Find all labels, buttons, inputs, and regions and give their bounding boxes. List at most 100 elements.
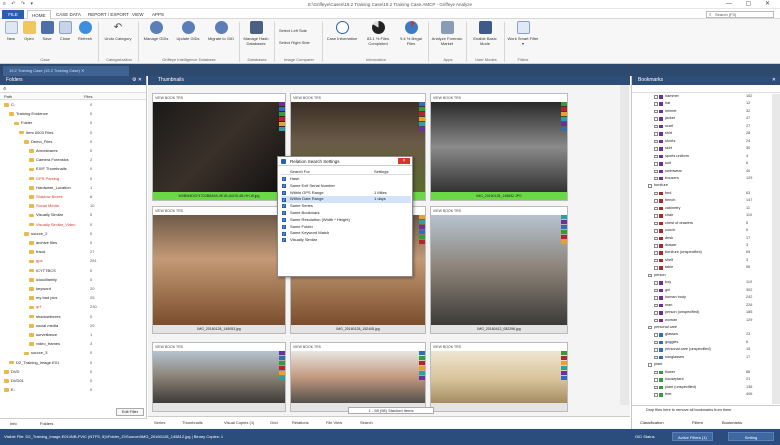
bookmark-row[interactable]: bench 147 xyxy=(632,198,772,204)
check-icon[interactable]: ✓ xyxy=(282,217,286,222)
bookmark-checkbox[interactable] xyxy=(654,385,658,390)
bookmark-checkbox[interactable] xyxy=(654,132,658,136)
bookmark-row[interactable]: chest of drawers 5 xyxy=(632,221,772,227)
folder-row[interactable]: fraud 27 xyxy=(0,249,146,255)
thumbnail-item[interactable]: VIEW BOOK TRS IMG_20160128_145053.jpg xyxy=(152,206,286,334)
bookmark-row[interactable]: shirt 28 xyxy=(632,131,772,137)
folder-row[interactable]: Visually Similar_Video 0 xyxy=(0,222,146,228)
thumbnail-toolbar[interactable]: VIEW BOOK TRS xyxy=(431,343,567,351)
bookmark-checkbox[interactable] xyxy=(654,206,658,211)
dialog-row[interactable]: ✓ Within Date Range 1 days xyxy=(281,196,411,203)
folder-row[interactable]: C: 0 xyxy=(0,102,146,108)
tab-classification[interactable]: Classification xyxy=(640,420,664,425)
dialog-row-value[interactable]: 1 Miles xyxy=(374,190,387,197)
tab-visual-copies[interactable]: Visual Copies (1) xyxy=(224,420,254,425)
tab-view[interactable]: VIEW xyxy=(128,10,148,19)
bookmark-row[interactable]: furniture xyxy=(632,183,772,189)
close-button[interactable]: Close xyxy=(57,21,73,41)
folder-row[interactable]: EXIF Thumbnails 0 xyxy=(0,166,146,172)
folder-row[interactable]: social media 29 xyxy=(0,323,146,329)
work-smart-filter-button[interactable]: Work Smart Filter ▾ xyxy=(507,21,539,46)
dialog-row[interactable]: ✓ Hash xyxy=(281,176,411,183)
folder-row[interactable]: archive files 0 xyxy=(0,240,146,246)
thumbnail-item[interactable]: VIEW BOOK TRS xyxy=(430,342,568,412)
bookmark-checkbox[interactable] xyxy=(648,273,652,278)
bookmark-checkbox[interactable] xyxy=(654,162,658,166)
bookmark-checkbox[interactable] xyxy=(654,191,658,196)
bookmark-checkbox[interactable] xyxy=(654,378,658,382)
thumbnail-item[interactable]: VIEW BOOK TRS IMG_20160412_082296.jpg xyxy=(430,206,568,334)
settings-icon[interactable]: ⚙ xyxy=(3,86,7,91)
bookmark-row[interactable]: houseplant 21 xyxy=(632,377,772,383)
tab-apps[interactable]: APPS xyxy=(148,10,168,19)
bookmark-checkbox[interactable] xyxy=(654,109,658,114)
check-icon[interactable]: ✓ xyxy=(282,177,286,182)
edit-filter-button[interactable]: Edit Filter xyxy=(116,408,144,416)
bookmark-row[interactable]: furniture (unspecified) 69 xyxy=(632,250,772,256)
search-input[interactable]: ⌕ Search (F3) xyxy=(706,10,774,18)
bookmark-row[interactable]: chair 110 xyxy=(632,213,772,219)
folder-row[interactable]: DVD01 0 xyxy=(0,378,146,384)
folder-row[interactable]: Camera Forensics 2 xyxy=(0,157,146,163)
tab-relations[interactable]: Relations xyxy=(292,420,309,425)
bookmark-checkbox[interactable] xyxy=(654,154,658,159)
bookmark-checkbox[interactable] xyxy=(654,229,658,233)
thumbnail-toolbar[interactable]: VIEW BOOK TRS xyxy=(291,94,425,102)
bookmark-row[interactable]: sunglasses 17 xyxy=(632,355,772,361)
new-button[interactable]: New xyxy=(3,21,19,41)
tab-search[interactable]: Search xyxy=(360,420,373,425)
window-controls[interactable]: — ▢ ✕ xyxy=(726,0,776,7)
tab-file-view[interactable]: File View xyxy=(326,420,342,425)
bookmark-row[interactable]: personal care (unspecified) 15 xyxy=(632,347,772,353)
bookmark-row[interactable]: human body 242 xyxy=(632,295,772,301)
bookmark-checkbox[interactable] xyxy=(654,318,658,322)
tab-thumbnails[interactable]: Thumbnails xyxy=(182,420,203,425)
folder-row[interactable]: Training Evidence 0 xyxy=(0,111,146,117)
thumbnail-image[interactable] xyxy=(431,215,567,325)
bookmark-row[interactable]: skirt 30 xyxy=(632,146,772,152)
dialog-row[interactable]: ✓ Same Bookmark xyxy=(281,210,411,217)
bookmark-row[interactable]: swimwear 40 xyxy=(632,169,772,175)
bookmark-checkbox[interactable] xyxy=(648,325,652,330)
settings-button[interactable]: Setting xyxy=(728,432,774,441)
bookmark-checkbox[interactable] xyxy=(654,296,658,300)
folder-row[interactable]: keyword 20 xyxy=(0,286,146,292)
folder-row[interactable]: icloudfamily 0 xyxy=(0,277,146,283)
case-information-button[interactable]: Case Information xyxy=(325,21,359,41)
bookmark-row[interactable]: personal care xyxy=(632,325,772,331)
bookmark-checkbox[interactable] xyxy=(654,117,658,121)
thumbnail-toolbar[interactable]: VIEW BOOK TRS xyxy=(291,343,425,351)
dialog-row[interactable]: ✓ Visually Similar xyxy=(281,237,411,244)
check-icon[interactable]: ✓ xyxy=(282,190,286,195)
folder-row[interactable]: gps 281 xyxy=(0,258,146,264)
folder-row[interactable]: qrT 230 xyxy=(0,304,146,310)
bookmark-row[interactable]: glasses 23 xyxy=(632,332,772,338)
bookmark-checkbox[interactable] xyxy=(654,176,658,181)
pin-icon[interactable]: ⚙ ✕ xyxy=(132,76,142,85)
thumbnail-item[interactable]: VIEW BOOK TRS W0BW4DCF47D2B8A9A-9E1B-A0CB… xyxy=(152,93,286,201)
select-right-side-button[interactable]: Select Right Side xyxy=(279,40,310,45)
bookmark-row[interactable]: desk 17 xyxy=(632,236,772,242)
folder-row[interactable]: E: 0 xyxy=(0,387,146,393)
folder-row[interactable]: Social Media 10 xyxy=(0,203,146,209)
check-icon[interactable]: ✓ xyxy=(282,231,286,236)
bookmark-checkbox[interactable] xyxy=(654,147,658,151)
analyze-market-button[interactable]: Analyze Forensic Market xyxy=(431,21,463,46)
save-button[interactable]: Save xyxy=(39,21,55,41)
thumbnail-image[interactable] xyxy=(153,351,285,403)
check-icon[interactable]: ✓ xyxy=(282,224,286,229)
bookmark-row[interactable]: plant (unspecified) 136 xyxy=(632,385,772,391)
dialog-row[interactable]: ✓ Same Folder xyxy=(281,224,411,231)
dialog-row[interactable]: ✓ Same Exif Serial Number xyxy=(281,183,411,190)
bookmark-row[interactable]: helmet 32 xyxy=(632,109,772,115)
folder-row[interactable]: surveillance 1 xyxy=(0,332,146,338)
bookmark-row[interactable]: suit 6 xyxy=(632,161,772,167)
dialog-row[interactable]: ✓ Same Keyword Match xyxy=(281,230,411,237)
folder-row[interactable]: Folder 0 xyxy=(0,120,146,126)
folder-row[interactable]: DVD 0 xyxy=(0,369,146,375)
bookmark-row[interactable]: girl 302 xyxy=(632,288,772,294)
bookmark-checkbox[interactable] xyxy=(654,139,658,144)
tab-case-document[interactable]: 19.2 Training Case (19.2 Training Case) … xyxy=(3,66,129,76)
tab-home[interactable]: HOME xyxy=(27,10,51,19)
bookmark-checkbox[interactable] xyxy=(648,184,652,188)
